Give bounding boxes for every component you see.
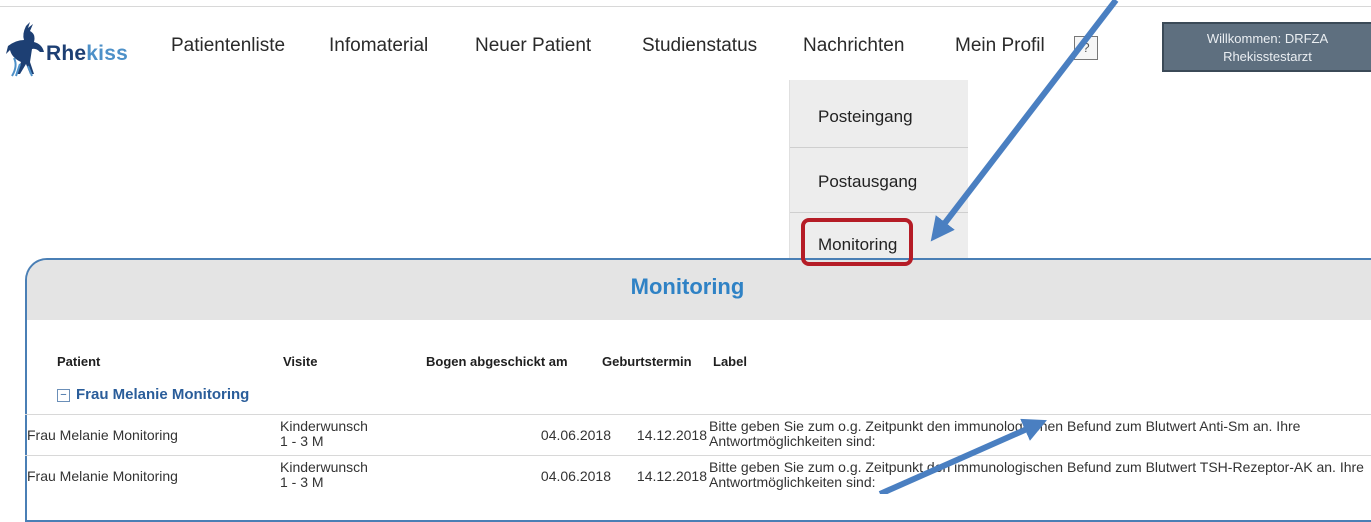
nav-infomaterial[interactable]: Infomaterial [329, 35, 428, 57]
nav-studienstatus[interactable]: Studienstatus [642, 35, 757, 57]
cell-birth-date: 14.12.2018 [636, 468, 707, 484]
cell-birth-date: 14.12.2018 [636, 427, 707, 443]
column-header-label[interactable]: Label [713, 354, 747, 369]
group-name: Frau Melanie Monitoring [76, 386, 250, 403]
deer-logo-icon [6, 22, 44, 77]
cell-label: Bitte geben Sie zum o.g. Zeitpunkt den i… [709, 459, 1364, 490]
nav-mein-profil[interactable]: Mein Profil [955, 35, 1045, 57]
main-navigation: Rhekiss Patientenliste Infomaterial Neue… [0, 10, 1371, 80]
cell-visite: Kinderwunsch 1 - 3 M [280, 459, 368, 490]
top-border [0, 6, 1371, 7]
logo-text: Rhekiss [46, 42, 128, 65]
monitoring-highlight-box [801, 218, 913, 266]
welcome-line: Willkommen: DRFZA [1206, 31, 1329, 46]
collapse-icon[interactable]: − [57, 389, 70, 402]
cell-sent-date: 04.06.2018 [540, 468, 611, 484]
welcome-box: Willkommen: DRFZA Rhekisstestarzt [1162, 22, 1371, 72]
nav-neuer-patient[interactable]: Neuer Patient [475, 35, 591, 57]
cell-patient: Frau Melanie Monitoring [27, 427, 178, 443]
dropdown-divider [790, 147, 968, 148]
column-header-sent[interactable]: Bogen abgeschickt am [426, 354, 568, 369]
column-header-visite[interactable]: Visite [283, 354, 317, 369]
panel-header: Monitoring [27, 260, 1371, 320]
cell-visite: Kinderwunsch 1 - 3 M [280, 418, 368, 449]
dropdown-item-posteingang[interactable]: Posteingang [790, 85, 968, 149]
nav-nachrichten[interactable]: Nachrichten [803, 35, 904, 57]
rhekiss-logo[interactable]: Rhekiss [6, 18, 156, 78]
dropdown-item-postausgang[interactable]: Postausgang [790, 150, 968, 214]
column-header-patient[interactable]: Patient [57, 354, 100, 369]
panel-title: Monitoring [630, 274, 745, 299]
table-row[interactable]: Frau Melanie Monitoring Kinderwunsch 1 - … [25, 455, 1371, 496]
table-row[interactable]: Frau Melanie Monitoring Kinderwunsch 1 - … [25, 414, 1371, 455]
column-header-birth[interactable]: Geburtstermin [602, 354, 692, 369]
cell-patient: Frau Melanie Monitoring [27, 468, 178, 484]
nav-patientenliste[interactable]: Patientenliste [171, 35, 285, 57]
cell-sent-date: 04.06.2018 [540, 427, 611, 443]
help-icon[interactable]: ? [1074, 36, 1098, 60]
welcome-user: Rhekisstestarzt [1223, 49, 1312, 64]
cell-label: Bitte geben Sie zum o.g. Zeitpunkt den i… [709, 418, 1301, 449]
patient-group[interactable]: − Frau Melanie Monitoring [57, 386, 249, 403]
